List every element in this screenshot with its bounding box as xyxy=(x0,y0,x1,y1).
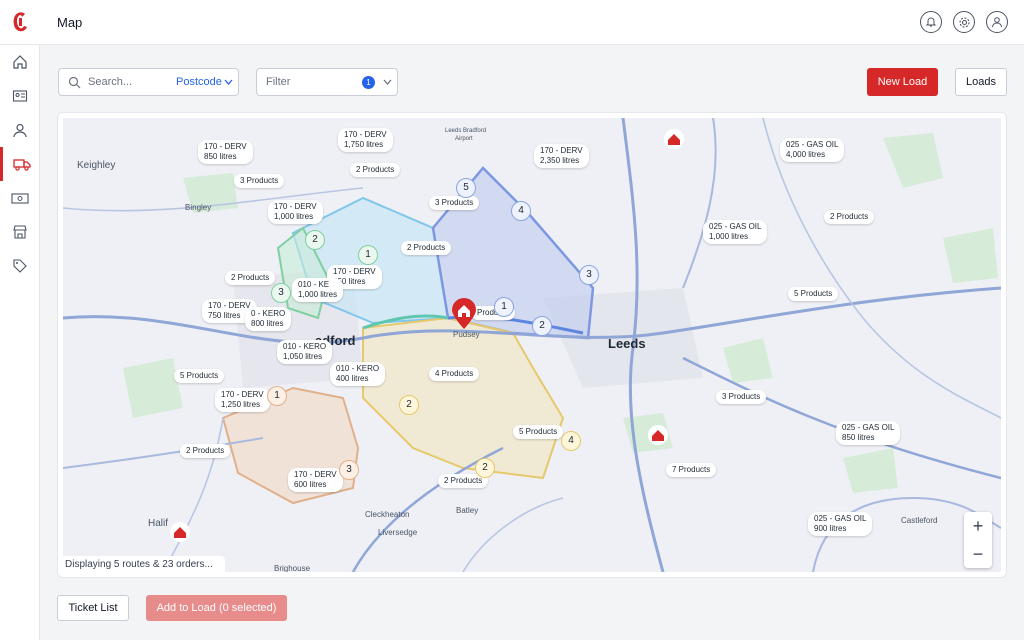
home-icon xyxy=(13,55,27,69)
order-label[interactable]: 3 Products xyxy=(429,196,480,210)
sidebar-item-home[interactable] xyxy=(0,45,40,79)
store-icon xyxy=(13,225,27,239)
settings-gear-icon[interactable] xyxy=(953,11,975,33)
sidebar-item-users[interactable] xyxy=(0,113,40,147)
zoom-in-button[interactable]: + xyxy=(964,512,992,540)
bell-icon[interactable] xyxy=(920,11,942,33)
add-to-load-button[interactable]: Add to Load (0 selected) xyxy=(146,595,287,621)
order-label[interactable]: 2 Products xyxy=(401,241,452,255)
search-input-placeholder[interactable]: Search... xyxy=(88,76,132,88)
town-label-brighouse: Brighouse xyxy=(274,564,311,572)
town-label-bingley: Bingley xyxy=(185,203,212,212)
order-label[interactable]: 170 - DERV 1,000 litres xyxy=(268,200,323,224)
order-label[interactable]: 3 Products xyxy=(234,174,285,188)
zoom-control: + − xyxy=(964,512,992,568)
filter-dropdown[interactable]: Filter 1 xyxy=(256,68,398,96)
route-stop-pin[interactable]: 1 xyxy=(358,245,378,265)
order-label[interactable]: 025 - GAS OIL 900 litres xyxy=(808,512,873,536)
town-label-castleford: Castleford xyxy=(901,516,938,525)
order-label[interactable]: 170 - DERV 2,350 litres xyxy=(534,144,589,168)
order-label[interactable]: 5 Products xyxy=(174,369,225,383)
route-stop-pin[interactable]: 2 xyxy=(305,230,325,250)
route-stop-pin[interactable]: 2 xyxy=(532,316,552,336)
order-label[interactable]: 025 - GAS OIL 1,000 litres xyxy=(703,220,768,244)
sidebar-item-deliveries[interactable] xyxy=(0,147,40,181)
search-icon xyxy=(68,76,81,89)
order-label[interactable]: 3 Products xyxy=(716,390,767,404)
order-label[interactable]: 4 Products xyxy=(429,367,480,381)
sidebar-item-payments[interactable] xyxy=(0,181,40,215)
chevron-down-icon[interactable] xyxy=(224,79,233,85)
route-stop-pin[interactable]: 4 xyxy=(511,201,531,221)
truck-icon xyxy=(12,159,31,171)
order-label[interactable]: 5 Products xyxy=(788,287,839,301)
profile-user-icon[interactable] xyxy=(986,11,1008,33)
filter-count-badge: 1 xyxy=(362,76,375,89)
town-label-airport-2: Airport xyxy=(455,136,473,142)
logo-icon[interactable] xyxy=(11,10,29,34)
order-label[interactable]: 025 - GAS OIL 850 litres xyxy=(836,421,901,445)
order-label[interactable]: 010 - KE 1,000 litres xyxy=(292,278,344,302)
sidebar-item-stores[interactable] xyxy=(0,215,40,249)
depot-home-marker-icon[interactable] xyxy=(451,298,477,330)
contact-card-icon xyxy=(12,90,28,102)
new-load-button[interactable]: New Load xyxy=(867,68,938,96)
route-map[interactable]: Keighley Bingley adford Pudsey Leeds Cle… xyxy=(63,118,1001,572)
chevron-down-icon[interactable] xyxy=(383,79,392,85)
page-title: Map xyxy=(57,15,83,30)
order-label[interactable]: 170 - DERV 1,750 litres xyxy=(338,128,393,152)
order-label[interactable]: 170 - DERV 1,250 litres xyxy=(215,388,270,412)
order-label[interactable]: 2 Products xyxy=(350,163,401,177)
map-background xyxy=(63,118,1001,572)
order-label[interactable]: 170 - DERV 600 litres xyxy=(288,468,343,492)
town-label-pudsey: Pudsey xyxy=(453,330,480,339)
map-status-text: Displaying 5 routes & 23 orders... xyxy=(63,556,225,572)
home-marker-icon[interactable] xyxy=(663,128,685,154)
order-label[interactable]: 010 - KERO 400 litres xyxy=(330,362,386,386)
ticket-list-button[interactable]: Ticket List xyxy=(57,595,129,621)
postcode-dropdown[interactable]: Postcode xyxy=(176,76,222,88)
route-stop-pin[interactable]: 1 xyxy=(494,297,514,317)
order-label[interactable]: 025 - GAS OIL 4,000 litres xyxy=(780,138,845,162)
tag-icon xyxy=(13,259,27,273)
route-stop-pin[interactable]: 5 xyxy=(456,178,476,198)
home-marker-icon[interactable] xyxy=(647,424,669,450)
route-stop-pin[interactable]: 3 xyxy=(339,460,359,480)
route-stop-pin[interactable]: 1 xyxy=(267,386,287,406)
loads-button[interactable]: Loads xyxy=(955,68,1007,96)
order-label[interactable]: 0 - KERO 800 litres xyxy=(245,307,292,331)
filter-placeholder: Filter xyxy=(266,76,291,88)
town-label-leeds: Leeds xyxy=(608,336,646,351)
route-stop-pin[interactable]: 2 xyxy=(399,395,419,415)
town-label-batley: Batley xyxy=(456,506,479,515)
town-label-cleckheaton: Cleckheaton xyxy=(365,510,410,519)
order-label[interactable]: 5 Products xyxy=(513,425,564,439)
route-stop-pin[interactable]: 3 xyxy=(271,283,291,303)
order-label[interactable]: 2 Products xyxy=(180,444,231,458)
order-label[interactable]: 2 Products xyxy=(225,271,276,285)
sidebar xyxy=(0,45,40,640)
town-label-halifax: Halif xyxy=(148,518,169,529)
route-stop-pin[interactable]: 4 xyxy=(561,431,581,451)
town-label-liversedge: Liversedge xyxy=(378,528,418,537)
search-field[interactable]: Search... Postcode xyxy=(58,68,239,96)
order-label[interactable]: 010 - KERO 1,050 litres xyxy=(277,340,333,364)
town-label-keighley: Keighley xyxy=(77,160,116,171)
home-marker-icon[interactable] xyxy=(169,521,191,547)
order-label[interactable]: 2 Products xyxy=(824,210,875,224)
route-stop-pin[interactable]: 2 xyxy=(475,458,495,478)
money-icon xyxy=(11,193,29,204)
top-bar: Map xyxy=(0,0,1024,45)
sidebar-item-tags[interactable] xyxy=(0,249,40,283)
order-label[interactable]: 7 Products xyxy=(666,463,717,477)
user-icon xyxy=(13,123,27,138)
order-label[interactable]: 170 - DERV 850 litres xyxy=(198,140,253,164)
zoom-out-button[interactable]: − xyxy=(964,540,992,568)
sidebar-item-contacts[interactable] xyxy=(0,79,40,113)
town-label-airport: Leeds Bradford xyxy=(445,128,487,134)
route-stop-pin[interactable]: 3 xyxy=(579,265,599,285)
